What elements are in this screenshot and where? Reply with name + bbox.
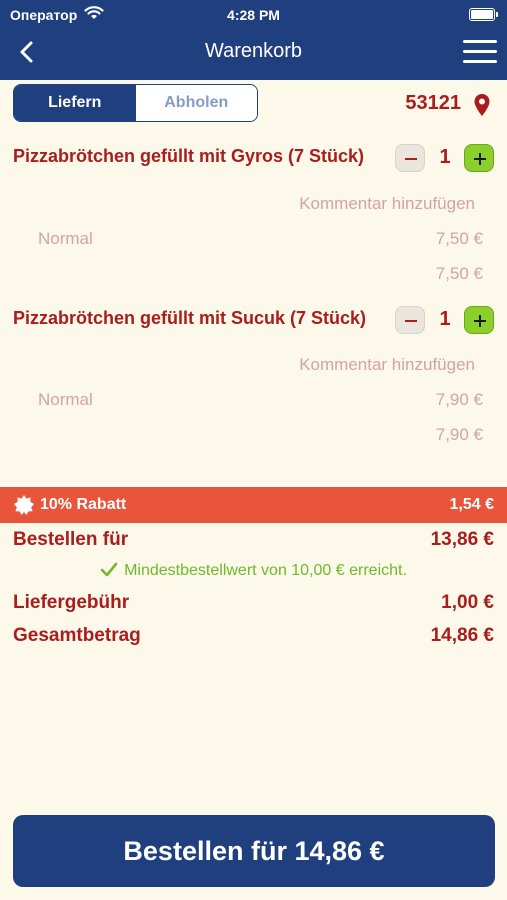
hamburger-menu-icon[interactable] [463,40,497,64]
battery-icon [469,8,498,21]
delivery-fee-value: 1,00 € [441,592,494,613]
cart-item-name: Pizzabrötchen gefüllt mit Sucuk (7 Stück… [13,308,367,328]
page-title: Warenkorb [204,40,303,62]
status-time: 4:28 PM [227,7,280,23]
location-pin-icon[interactable] [473,93,491,117]
discount-badge-icon [14,495,34,515]
nav-bar: Оператор 4:28 PM Warenkorb [0,0,507,80]
cart-item-name: Pizzabrötchen gefüllt mit Gyros (7 Stück… [13,146,365,166]
min-order-message: Mindestbestellwert von 10,00 € erreicht. [0,562,507,580]
status-bar: Оператор 4:28 PM [0,5,507,25]
tab-pickup[interactable]: Abholen [135,85,257,121]
order-for-value: 13,86 € [430,529,494,550]
add-comment-link[interactable]: Kommentar hinzufügen [299,194,475,214]
item-variant: Normal [38,229,93,248]
delivery-fee-label: Liefergebühr [13,592,130,613]
increase-quantity-button[interactable] [464,306,494,334]
item-total: 7,50 € [435,264,483,283]
delivery-mode-toggle: Liefern Abholen [13,84,258,122]
variant-price: 7,90 € [435,390,483,409]
tab-deliver[interactable]: Liefern [14,85,136,121]
discount-amount: 1,54 € [449,496,494,513]
decrease-quantity-button[interactable] [395,144,425,172]
total-value: 14,86 € [430,625,494,646]
discount-label: 10% Rabatt [40,496,127,513]
item-quantity: 1 [439,308,451,330]
item-total: 7,90 € [435,425,483,444]
increase-quantity-button[interactable] [464,144,494,172]
min-order-text: Mindestbestellwert von 10,00 € erreicht. [124,562,407,579]
total-label: Gesamtbetrag [13,625,141,646]
discount-bar: 10% Rabatt 1,54 € [0,487,507,523]
checkmark-icon [100,562,118,577]
item-quantity: 1 [439,146,451,168]
zip-code[interactable]: 53121 [405,92,461,115]
place-order-button[interactable]: Bestellen für 14,86 € [13,815,495,887]
add-comment-link[interactable]: Kommentar hinzufügen [299,355,475,375]
order-for-label: Bestellen für [13,529,129,550]
variant-price: 7,50 € [435,229,483,248]
decrease-quantity-button[interactable] [395,306,425,334]
item-variant: Normal [38,390,93,409]
